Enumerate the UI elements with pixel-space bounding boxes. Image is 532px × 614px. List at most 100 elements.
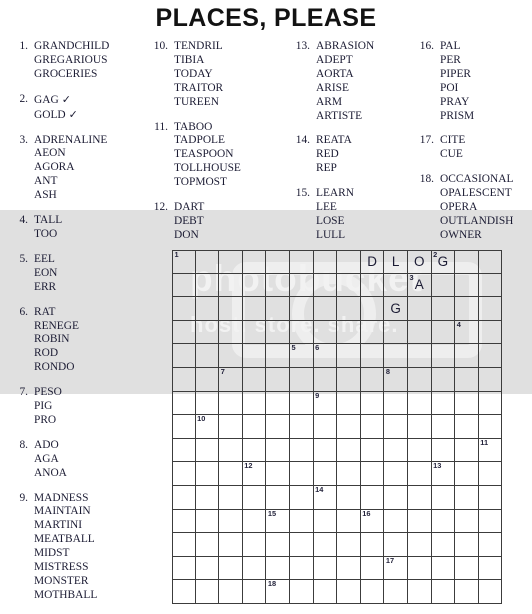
- grid-cell[interactable]: [408, 509, 432, 534]
- wordlist-item[interactable]: DON: [174, 229, 286, 243]
- grid-cell[interactable]: [266, 344, 290, 368]
- grid-cell[interactable]: [313, 580, 338, 604]
- grid-cell[interactable]: [431, 509, 456, 534]
- grid-cell[interactable]: [266, 320, 290, 345]
- wordlist-item[interactable]: REATA: [316, 134, 418, 148]
- grid-cell[interactable]: [360, 415, 385, 439]
- grid-cell[interactable]: [219, 462, 243, 486]
- grid-cell[interactable]: [455, 509, 479, 534]
- grid-cell[interactable]: [242, 344, 267, 368]
- grid-cell[interactable]: [431, 273, 456, 298]
- grid-cell[interactable]: [290, 415, 314, 439]
- grid-cell[interactable]: [360, 368, 385, 392]
- grid-cell[interactable]: [360, 556, 385, 581]
- wordlist-item[interactable]: OCCASIONAL: [440, 173, 532, 187]
- grid-cell[interactable]: [313, 438, 338, 463]
- grid-cell[interactable]: [219, 556, 243, 581]
- wordlist-item[interactable]: ERR: [34, 281, 146, 295]
- wordlist-item[interactable]: EEL: [34, 253, 146, 267]
- grid-cell[interactable]: [360, 273, 385, 298]
- grid-cell[interactable]: [478, 391, 503, 416]
- grid-cell[interactable]: [431, 320, 456, 345]
- wordlist-item[interactable]: MIDST: [34, 547, 146, 561]
- grid-cell[interactable]: [172, 556, 196, 581]
- grid-cell[interactable]: [219, 533, 243, 557]
- grid-cell[interactable]: [266, 438, 290, 463]
- grid-cell[interactable]: [266, 486, 290, 510]
- grid-cell[interactable]: 3A: [408, 273, 432, 298]
- wordlist-item[interactable]: TODAY: [174, 68, 286, 82]
- grid-cell[interactable]: G: [384, 297, 408, 321]
- wordlist-item[interactable]: RED: [316, 148, 418, 162]
- grid-cell[interactable]: [242, 580, 267, 604]
- grid-cell[interactable]: [219, 344, 243, 368]
- grid-cell[interactable]: [455, 438, 479, 463]
- grid-cell[interactable]: [290, 533, 314, 557]
- grid-cell[interactable]: [478, 533, 503, 557]
- grid-cell[interactable]: [384, 391, 408, 416]
- grid-cell[interactable]: [313, 273, 338, 298]
- grid-cell[interactable]: [172, 438, 196, 463]
- wordlist-item[interactable]: AEON: [34, 147, 146, 161]
- wordlist-item[interactable]: LEARN: [316, 187, 418, 201]
- grid-cell[interactable]: 9: [313, 391, 338, 416]
- grid-cell[interactable]: [408, 368, 432, 392]
- grid-cell[interactable]: [266, 368, 290, 392]
- wordlist-item[interactable]: PAL: [440, 40, 532, 54]
- grid-cell[interactable]: [478, 486, 503, 510]
- grid-cell[interactable]: [455, 415, 479, 439]
- crossword-grid[interactable]: 1 D L O 2 G 3 A G 4 5 6 7 8 9 10 11 12 13 14 15 16 17 18: [172, 250, 504, 606]
- grid-cell[interactable]: [219, 273, 243, 298]
- grid-cell[interactable]: [195, 556, 220, 581]
- grid-cell[interactable]: [455, 344, 479, 368]
- grid-cell[interactable]: [360, 297, 385, 321]
- grid-cell[interactable]: [242, 368, 267, 392]
- wordlist-item[interactable]: CITE: [440, 134, 532, 148]
- wordlist-item[interactable]: ANOA: [34, 467, 146, 481]
- grid-cell[interactable]: [313, 320, 338, 345]
- grid-cell[interactable]: [172, 580, 196, 604]
- grid-cell[interactable]: [337, 320, 361, 345]
- grid-cell[interactable]: [195, 320, 220, 345]
- grid-cell[interactable]: [266, 415, 290, 439]
- grid-cell[interactable]: [290, 250, 314, 274]
- grid-cell[interactable]: [408, 415, 432, 439]
- wordlist-item[interactable]: TABOO: [174, 121, 286, 135]
- grid-cell[interactable]: [242, 297, 267, 321]
- grid-cell[interactable]: [478, 462, 503, 486]
- grid-cell[interactable]: [337, 438, 361, 463]
- grid-cell[interactable]: [384, 438, 408, 463]
- grid-cell[interactable]: [455, 391, 479, 416]
- wordlist-item[interactable]: MISTRESS: [34, 561, 146, 575]
- grid-cell[interactable]: [360, 344, 385, 368]
- wordlist-item[interactable]: TOLLHOUSE: [174, 162, 286, 176]
- wordlist-item[interactable]: LEE: [316, 201, 418, 215]
- grid-cell[interactable]: [337, 462, 361, 486]
- grid-cell[interactable]: [313, 509, 338, 534]
- wordlist-item[interactable]: OPERA: [440, 201, 532, 215]
- wordlist-item[interactable]: PRISM: [440, 110, 532, 124]
- grid-cell[interactable]: [455, 486, 479, 510]
- wordlist-item[interactable]: PRAY: [440, 96, 532, 110]
- wordlist-item[interactable]: ABRASION: [316, 40, 418, 54]
- grid-cell[interactable]: [360, 580, 385, 604]
- grid-cell[interactable]: [478, 297, 503, 321]
- grid-cell[interactable]: 16: [360, 509, 385, 534]
- grid-cell[interactable]: [337, 391, 361, 416]
- grid-cell[interactable]: [313, 415, 338, 439]
- grid-cell[interactable]: [337, 273, 361, 298]
- grid-cell[interactable]: [266, 250, 290, 274]
- grid-cell[interactable]: 4: [455, 320, 479, 345]
- grid-cell[interactable]: [384, 509, 408, 534]
- grid-cell[interactable]: [290, 438, 314, 463]
- wordlist-item[interactable]: AGA: [34, 453, 146, 467]
- wordlist-item[interactable]: PIG: [34, 400, 146, 414]
- grid-cell[interactable]: [290, 462, 314, 486]
- grid-cell[interactable]: [219, 391, 243, 416]
- wordlist-item[interactable]: RONDO: [34, 361, 146, 375]
- grid-cell[interactable]: [266, 533, 290, 557]
- wordlist-item[interactable]: OUTLANDISH: [440, 215, 532, 229]
- grid-cell[interactable]: [242, 250, 267, 274]
- grid-cell[interactable]: [172, 320, 196, 345]
- grid-cell[interactable]: [242, 486, 267, 510]
